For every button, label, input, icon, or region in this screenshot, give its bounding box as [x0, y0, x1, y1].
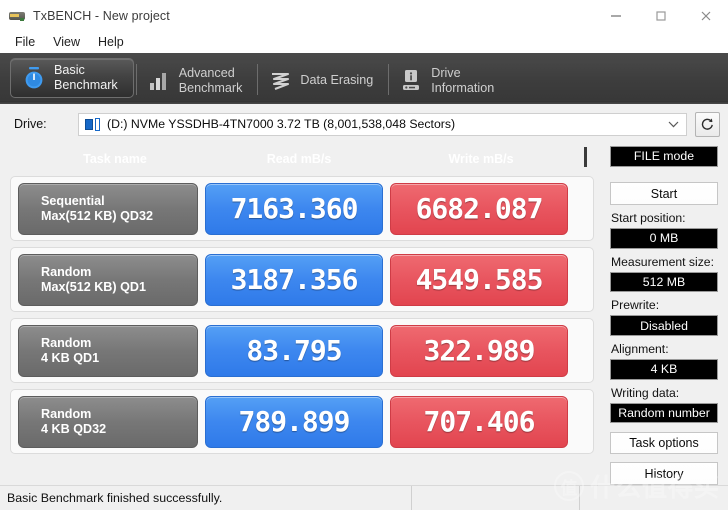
task-name-line1: Random: [41, 335, 92, 350]
options-sidebar: FILE mode Start Start position: 0 MB Mea…: [604, 144, 728, 485]
minimize-icon[interactable]: [593, 0, 638, 31]
task-name-line2: 4 KB QD1: [41, 350, 100, 365]
tab-data-erasing-label: Data Erasing: [300, 73, 374, 87]
start-position-label: Start position:: [611, 210, 686, 225]
menu-bar: File View Help: [0, 31, 728, 53]
txbench-window: TxBENCH - New project File View Help Bas…: [0, 0, 728, 510]
benchmark-results-panel: Task name Read mB/s Write mB/s Sequentia…: [0, 144, 604, 485]
writing-data-label: Writing data:: [611, 385, 680, 400]
window-controls: [593, 0, 728, 31]
read-value-cell: 7163.360: [205, 182, 383, 235]
status-segment-3: [580, 486, 728, 510]
stopwatch-icon: [25, 67, 43, 89]
start-position-value[interactable]: 0 MB: [610, 227, 718, 249]
read-value-cell: 789.899: [205, 395, 383, 448]
task-name-cell: Random 4 KB QD1: [18, 324, 198, 377]
task-name-line1: Sequential: [41, 193, 105, 208]
refresh-icon: [701, 118, 713, 130]
prewrite-value[interactable]: Disabled: [610, 315, 718, 336]
drive-select-value: (D:) NVMe YSSDHB-4TN7000 3.72 TB (8,001,…: [107, 117, 456, 131]
close-icon[interactable]: [683, 0, 728, 31]
tab-advanced-benchmark-label: Advanced Benchmark: [178, 65, 243, 95]
chevron-down-icon[interactable]: [664, 115, 682, 133]
bar-chart-icon: [149, 72, 166, 90]
read-value-cell: 3187.356: [205, 253, 383, 306]
table-row: Random 4 KB QD32 789.899 707.406: [10, 389, 594, 454]
write-value-cell: 4549.585: [390, 253, 568, 306]
drive-selector-row: Drive: (D:) NVMe YSSDHB-4TN7000 3.72 TB …: [0, 104, 728, 144]
alignment-value[interactable]: 4 KB: [610, 358, 718, 380]
menu-item-file[interactable]: File: [6, 33, 44, 51]
tab-basic-benchmark-label: Basic Benchmark: [54, 63, 118, 92]
status-message: Basic Benchmark finished successfully.: [0, 486, 412, 510]
writing-data-value[interactable]: Random number: [610, 402, 718, 424]
column-header-read: Read mB/s: [266, 152, 332, 166]
start-button[interactable]: Start: [610, 182, 718, 205]
maximize-icon[interactable]: [638, 0, 683, 31]
column-header-write: Write mB/s: [448, 152, 514, 166]
drive-small-icon: [85, 117, 101, 131]
file-mode-button[interactable]: FILE mode: [610, 146, 718, 167]
results-header-row: Task name Read mB/s Write mB/s: [10, 144, 594, 176]
tab-strip: Basic Benchmark Advanced Benchmark Data …: [0, 53, 728, 104]
task-name-cell: Random Max(512 KB) QD1: [18, 253, 198, 306]
tab-data-erasing[interactable]: Data Erasing: [257, 57, 388, 104]
measurement-size-value[interactable]: 512 MB: [610, 271, 718, 293]
menu-item-view[interactable]: View: [44, 33, 89, 51]
write-value-cell: 707.406: [390, 395, 568, 448]
read-value-cell: 83.795: [205, 324, 383, 377]
table-row: Random 4 KB QD1 83.795 322.989: [10, 318, 594, 383]
title-bar: TxBENCH - New project: [0, 0, 728, 31]
write-value-cell: 6682.087: [390, 182, 568, 235]
prewrite-label: Prewrite:: [611, 298, 660, 313]
column-header-task: Task name: [83, 152, 147, 166]
tab-advanced-benchmark[interactable]: Advanced Benchmark: [135, 57, 258, 104]
table-row: Sequential Max(512 KB) QD32 7163.360 668…: [10, 176, 594, 241]
status-bar: Basic Benchmark finished successfully.: [0, 485, 728, 510]
drive-info-icon: [403, 69, 420, 90]
drive-select[interactable]: (D:) NVMe YSSDHB-4TN7000 3.72 TB (8,001,…: [78, 112, 687, 136]
task-name-cell: Random 4 KB QD32: [18, 395, 198, 448]
drive-label: Drive:: [14, 117, 47, 131]
task-name-line2: 4 KB QD32: [41, 421, 107, 436]
task-name-line2: Max(512 KB) QD1: [41, 279, 146, 294]
tab-basic-benchmark[interactable]: Basic Benchmark: [10, 58, 134, 98]
shredder-icon: [272, 72, 290, 90]
tab-drive-information-label: Drive Information: [431, 65, 495, 95]
tab-drive-information[interactable]: Drive Information: [388, 57, 509, 104]
menu-item-help[interactable]: Help: [89, 33, 133, 51]
refresh-button[interactable]: [695, 111, 720, 137]
main-body: Task name Read mB/s Write mB/s Sequentia…: [0, 144, 728, 485]
task-name-cell: Sequential Max(512 KB) QD32: [18, 182, 198, 235]
measurement-size-label: Measurement size:: [611, 254, 714, 269]
task-name-line1: Random: [41, 264, 92, 279]
scrollbar[interactable]: [584, 147, 587, 167]
app-drive-icon: [9, 8, 25, 24]
window-title: TxBENCH - New project: [33, 8, 170, 23]
task-name-line2: Max(512 KB) QD32: [41, 208, 153, 223]
write-value-cell: 322.989: [390, 324, 568, 377]
history-button[interactable]: History: [610, 462, 718, 485]
alignment-label: Alignment:: [611, 341, 669, 356]
task-options-button[interactable]: Task options: [610, 431, 718, 455]
task-name-line1: Random: [41, 406, 92, 421]
status-segment-2: [412, 486, 580, 510]
table-row: Random Max(512 KB) QD1 3187.356 4549.585: [10, 247, 594, 312]
